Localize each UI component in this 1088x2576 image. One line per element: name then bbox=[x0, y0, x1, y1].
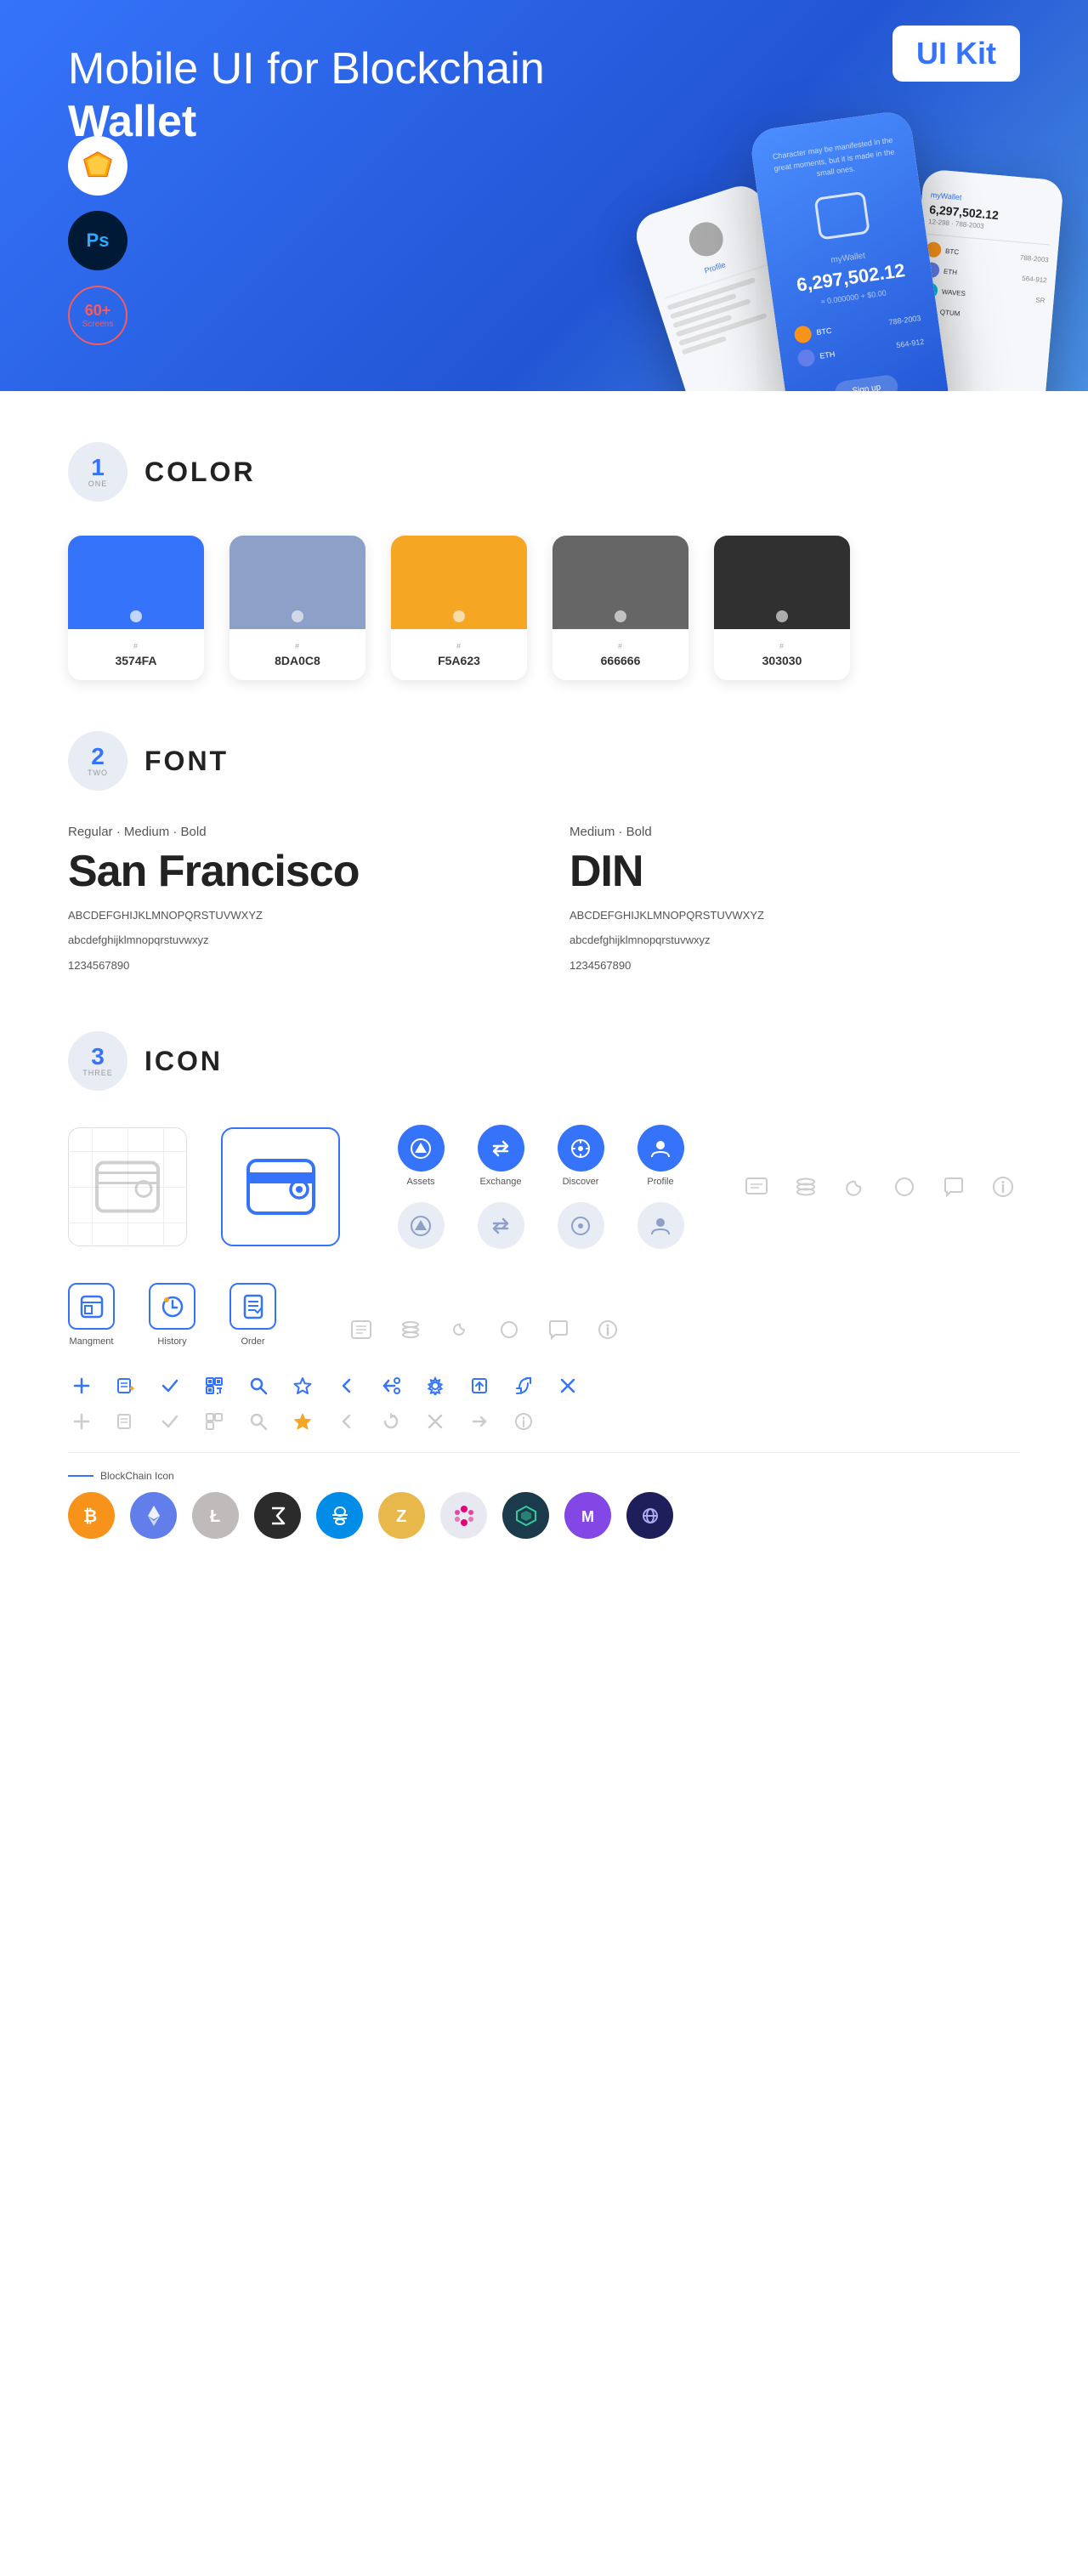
section-number-1: 1 ONE bbox=[68, 442, 128, 502]
phone-mockup-center: Character may be manifested in the great… bbox=[749, 110, 951, 391]
crypto-litecoin: Ł bbox=[192, 1492, 239, 1539]
crypto-polkadot bbox=[440, 1492, 487, 1539]
icon-info-circle-gray bbox=[510, 1408, 537, 1435]
icon-check bbox=[156, 1372, 184, 1399]
icon-list-gray bbox=[344, 1313, 378, 1347]
svg-text:M: M bbox=[581, 1508, 594, 1525]
color-swatch-dark: # 303030 bbox=[714, 536, 850, 680]
ps-badge: Ps bbox=[68, 211, 128, 270]
svg-text:Ł: Ł bbox=[210, 1507, 220, 1526]
small-icons-row-2 bbox=[68, 1408, 1020, 1435]
icon-stack-gray bbox=[394, 1313, 428, 1347]
icon-qr-gray bbox=[201, 1408, 228, 1435]
color-section: 1 ONE COLOR # 3574FA # 8DA0C8 bbox=[68, 442, 1020, 680]
font-section: 2 TWO FONT Regular · Medium · Bold San F… bbox=[68, 731, 1020, 980]
icon-chevron-left bbox=[333, 1372, 360, 1399]
icon-moon-gray bbox=[443, 1313, 477, 1347]
icon-qr bbox=[201, 1372, 228, 1399]
crypto-dash bbox=[316, 1492, 363, 1539]
icon-search-gray bbox=[245, 1408, 272, 1435]
icon-star bbox=[289, 1372, 316, 1399]
icon-stack bbox=[789, 1170, 823, 1204]
icon-chat bbox=[740, 1170, 774, 1204]
icon-info-gray bbox=[591, 1313, 625, 1347]
color-title: COLOR bbox=[144, 457, 256, 488]
color-swatches: # 3574FA # 8DA0C8 # F5A623 bbox=[68, 536, 1020, 680]
font-sf: Regular · Medium · Bold San Francisco AB… bbox=[68, 825, 518, 980]
icon-circle-gray bbox=[492, 1313, 526, 1347]
blockchain-label: BlockChain Icon bbox=[68, 1470, 1020, 1482]
icon-swap bbox=[510, 1372, 537, 1399]
icon-discover-ghost bbox=[551, 1202, 610, 1249]
nav-icon-history: History bbox=[149, 1283, 196, 1347]
color-swatch-slate: # 8DA0C8 bbox=[230, 536, 366, 680]
icon-star-active bbox=[289, 1408, 316, 1435]
color-swatch-orange: # F5A623 bbox=[391, 536, 527, 680]
icon-discover: Discover bbox=[551, 1125, 610, 1187]
icon-assets: Assets bbox=[391, 1125, 450, 1187]
icon-close bbox=[554, 1372, 581, 1399]
icon-plus bbox=[68, 1372, 95, 1399]
crypto-zcash-gold: Z bbox=[378, 1492, 425, 1539]
icon-chat-bubble bbox=[937, 1170, 971, 1204]
icon-exchange-ghost bbox=[471, 1202, 530, 1249]
svg-text:Z: Z bbox=[396, 1507, 406, 1526]
icon-profile: Profile bbox=[631, 1125, 690, 1187]
nav-icon-management: Mangment bbox=[68, 1283, 115, 1347]
crypto-bitcoin: ₿ bbox=[68, 1492, 115, 1539]
icon-filled-wallet bbox=[221, 1127, 340, 1246]
hero-title: Mobile UI for Blockchain Wallet bbox=[68, 43, 578, 149]
nav-icon-order: Order bbox=[230, 1283, 276, 1347]
icon-list-edit bbox=[112, 1372, 139, 1399]
svg-text:₿: ₿ bbox=[83, 1507, 97, 1526]
screens-badge: 60+ Screens bbox=[68, 286, 128, 345]
icon-title: ICON bbox=[144, 1046, 223, 1077]
crypto-zcash-dark bbox=[254, 1492, 301, 1539]
crypto-kyber bbox=[502, 1492, 549, 1539]
color-swatch-gray: # 666666 bbox=[552, 536, 688, 680]
icon-reload-gray bbox=[377, 1408, 405, 1435]
font-title: FONT bbox=[144, 746, 229, 777]
sketch-badge bbox=[68, 136, 128, 196]
hero-section: Mobile UI for Blockchain Wallet UI Kit P… bbox=[0, 0, 1088, 391]
crypto-ethereum bbox=[130, 1492, 177, 1539]
main-content: 1 ONE COLOR # 3574FA # 8DA0C8 bbox=[0, 391, 1088, 1641]
ui-kit-badge: UI Kit bbox=[892, 26, 1020, 82]
icon-chevron-left-gray bbox=[333, 1408, 360, 1435]
icon-send bbox=[466, 1372, 493, 1399]
crypto-balancer bbox=[626, 1492, 673, 1539]
icon-list-edit-gray bbox=[112, 1408, 139, 1435]
small-icons-row-1 bbox=[68, 1372, 1020, 1399]
color-swatch-blue: # 3574FA bbox=[68, 536, 204, 680]
icon-info bbox=[986, 1170, 1020, 1204]
icon-plus-gray bbox=[68, 1408, 95, 1435]
icon-search bbox=[245, 1372, 272, 1399]
icon-share bbox=[377, 1372, 405, 1399]
icon-circle bbox=[887, 1170, 921, 1204]
icon-wireframe-container bbox=[68, 1127, 187, 1246]
section-number-3: 3 THREE bbox=[68, 1031, 128, 1091]
icon-exchange: Exchange bbox=[471, 1125, 530, 1187]
icon-arrow-gray bbox=[466, 1408, 493, 1435]
icon-close-x-gray bbox=[422, 1408, 449, 1435]
icon-section: 3 THREE ICON bbox=[68, 1031, 1020, 1539]
crypto-icons-row: ₿ Ł bbox=[68, 1492, 1020, 1539]
icon-check-gray bbox=[156, 1408, 184, 1435]
section-number-2: 2 TWO bbox=[68, 731, 128, 791]
font-din: Medium · Bold DIN ABCDEFGHIJKLMNOPQRSTUV… bbox=[570, 825, 1020, 980]
icon-settings bbox=[422, 1372, 449, 1399]
icon-moon bbox=[838, 1170, 872, 1204]
icon-profile-ghost bbox=[631, 1202, 690, 1249]
icon-assets-ghost bbox=[391, 1202, 450, 1249]
crypto-matic: M bbox=[564, 1492, 611, 1539]
icon-chatbubble-gray bbox=[541, 1313, 575, 1347]
